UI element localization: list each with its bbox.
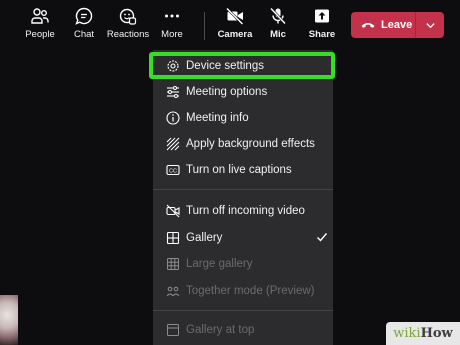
watermark-part1: wiki [393, 326, 421, 341]
more-label: More [161, 29, 183, 40]
background-effects-icon [166, 137, 180, 151]
cc-icon: CC [166, 163, 180, 177]
menu-item-label: Meeting info [186, 112, 249, 124]
menu-item-incoming-video[interactable]: Turn off incoming video [153, 199, 333, 223]
menu-item-live-captions[interactable]: CC Turn on live captions [153, 158, 333, 182]
menu-item-gallery-at-top: Gallery at top [153, 318, 333, 342]
together-mode-icon [166, 284, 180, 298]
menu-item-meeting-info[interactable]: Meeting info [153, 106, 333, 130]
gallery-top-icon [166, 323, 180, 337]
menu-item-large-gallery: Large gallery [153, 252, 333, 276]
chevron-down-icon [425, 22, 435, 28]
camera-button[interactable]: Camera [213, 6, 257, 40]
menu-divider [153, 189, 333, 190]
highlight-box [149, 52, 335, 79]
meeting-toolbar: People Chat Reactions More Camera Mic Sh… [0, 0, 460, 50]
hang-up-icon [361, 23, 375, 28]
mic-label: Mic [270, 29, 286, 40]
gallery-icon [166, 231, 180, 245]
video-off-icon [166, 204, 180, 218]
menu-item-label: Turn on live captions [186, 164, 292, 176]
menu-item-meeting-options[interactable]: Meeting options [153, 80, 333, 104]
toolbar-divider [204, 12, 205, 40]
checkmark-icon [317, 233, 328, 242]
reactions-label: Reactions [106, 29, 150, 40]
share-button[interactable]: Share [300, 6, 344, 40]
watermark-part2: How [420, 326, 453, 341]
mic-off-icon [270, 7, 286, 25]
menu-item-label: Turn off incoming video [186, 205, 305, 217]
more-icon [165, 14, 179, 18]
more-menu: Device settings Meeting options Meeting … [153, 50, 333, 345]
menu-item-background-effects[interactable]: Apply background effects [153, 132, 333, 156]
people-icon [31, 8, 49, 24]
share-icon [315, 9, 329, 23]
leave-main[interactable]: Leave [351, 12, 415, 38]
camera-off-icon [226, 7, 244, 25]
watermark-logo: wiki How [386, 322, 460, 345]
sliders-icon [166, 85, 180, 99]
chat-icon [75, 7, 93, 25]
menu-item-label: Large gallery [186, 258, 253, 270]
menu-item-label: Gallery [186, 232, 223, 244]
people-label: People [25, 29, 55, 40]
menu-item-together-mode: Together mode (Preview) [153, 279, 333, 303]
leave-button[interactable]: Leave [351, 12, 444, 38]
menu-item-label: Gallery at top [186, 324, 255, 336]
reactions-button[interactable]: Reactions [106, 6, 150, 40]
camera-label: Camera [217, 29, 253, 40]
menu-item-label: Together mode (Preview) [186, 285, 315, 297]
participant-video-tile [0, 295, 18, 345]
chat-button[interactable]: Chat [62, 6, 106, 40]
menu-item-gallery[interactable]: Gallery [153, 226, 333, 250]
svg-text:CC: CC [169, 168, 177, 174]
large-gallery-icon [166, 257, 180, 271]
more-button[interactable]: More [150, 6, 194, 40]
menu-item-label: Apply background effects [186, 138, 315, 150]
share-label: Share [308, 29, 336, 40]
people-button[interactable]: People [18, 6, 62, 40]
info-icon [166, 111, 180, 125]
reactions-icon [119, 8, 137, 25]
menu-divider [153, 310, 333, 311]
menu-item-label: Meeting options [186, 86, 268, 98]
mic-button[interactable]: Mic [256, 6, 300, 40]
leave-label: Leave [381, 19, 413, 31]
leave-options-button[interactable] [416, 20, 444, 31]
chat-label: Chat [73, 29, 95, 40]
